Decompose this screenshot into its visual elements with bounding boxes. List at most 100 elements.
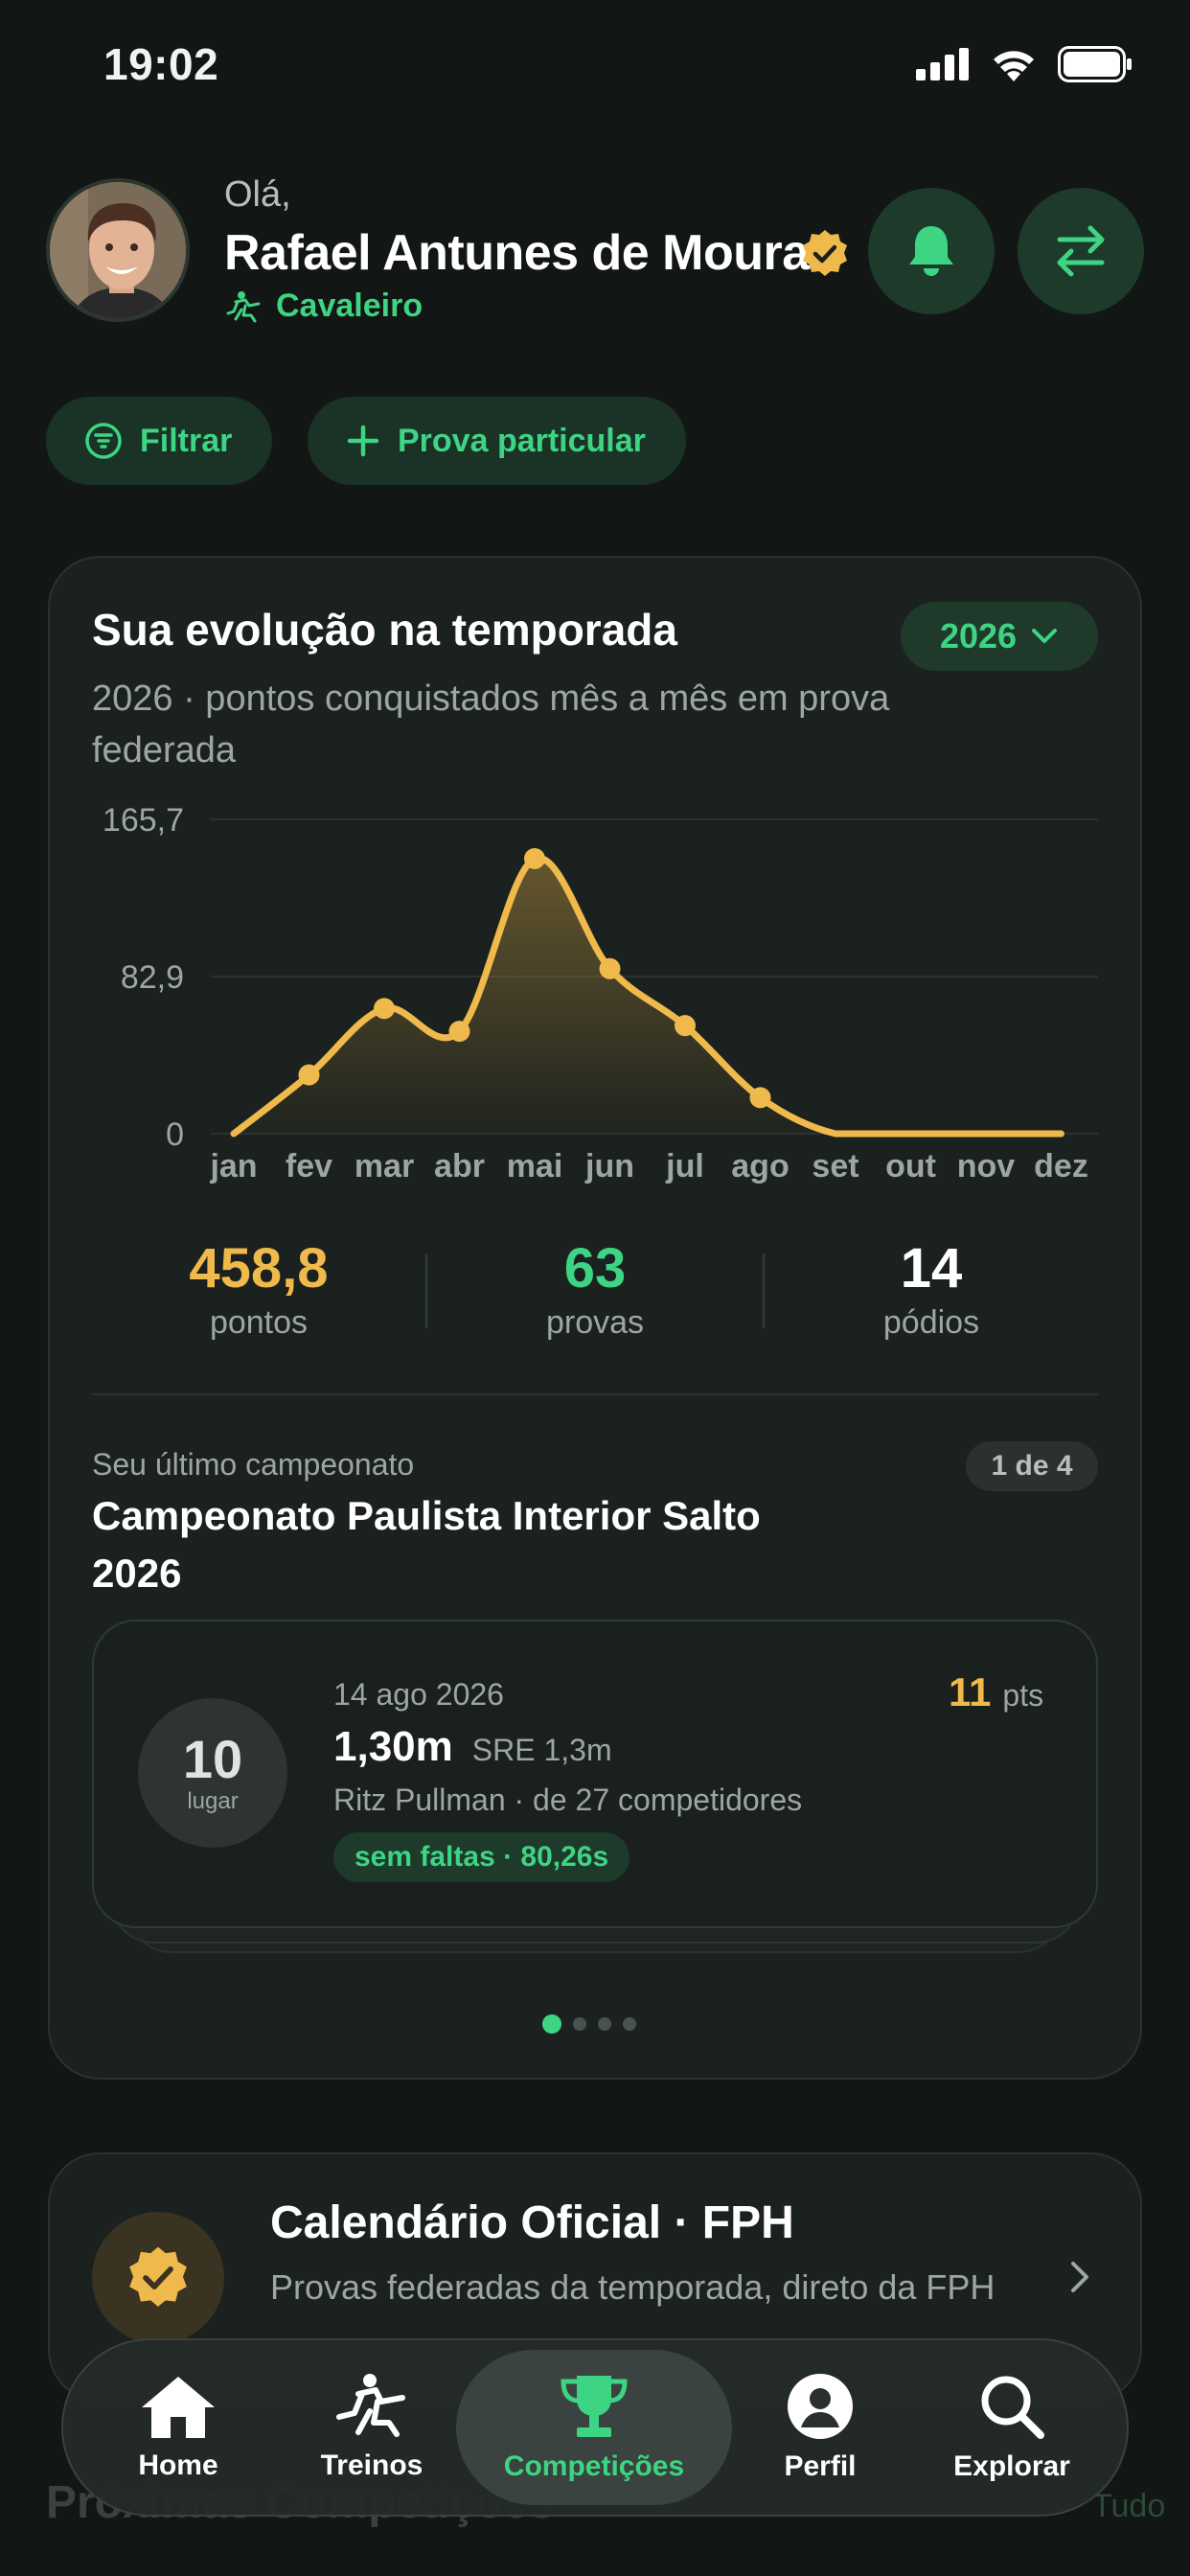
trophy-icon (561, 2376, 628, 2437)
tab-home[interactable]: Home (100, 2350, 257, 2505)
calendar-subtitle: Provas federadas da temporada, direto da… (270, 2267, 995, 2307)
chart-point (524, 847, 545, 869)
result-date: 14 ago 2026 (333, 1677, 504, 1712)
stat-events-value: 63 (563, 1237, 627, 1300)
pager-dots[interactable] (542, 2014, 636, 2034)
stat-divider (763, 1254, 765, 1328)
notifications-button[interactable] (868, 188, 995, 314)
verified-badge-icon (129, 2246, 187, 2307)
chart-x-tick: out (885, 1148, 936, 1184)
user-role: Cavaleiro (224, 288, 423, 325)
chart-x-tick: dez (1034, 1148, 1088, 1184)
stat-events: 63 provas (451, 1236, 739, 1342)
tab-home-label: Home (138, 2450, 218, 2481)
pager-dot[interactable] (573, 2017, 586, 2031)
rider-icon (336, 2374, 405, 2437)
see-all-link[interactable]: Tudo (1092, 2488, 1165, 2525)
stat-points-label: pontos (209, 1304, 309, 1341)
filter-icon (85, 423, 122, 459)
evolution-subtitle: 2026 · pontos conquistados mês a mês em … (92, 678, 890, 770)
tab-profile[interactable]: Perfil (742, 2350, 899, 2505)
wifi-icon (994, 51, 1034, 81)
swap-arrows-icon (1057, 225, 1105, 277)
chevron-down-icon (1032, 629, 1058, 643)
year-label: 2026 (939, 616, 1018, 656)
chart-x-tick: ago (731, 1148, 789, 1184)
private-event-button[interactable]: Prova particular (308, 397, 686, 485)
tab-explore[interactable]: Explorar (933, 2350, 1090, 2505)
chart-point (599, 957, 621, 979)
switch-profile-button[interactable] (1018, 188, 1144, 314)
chart-x-tick: fev (286, 1148, 332, 1184)
result-height: 1,30m SRE 1,3m (333, 1723, 612, 1771)
user-name: Rafael Antunes de Moura (224, 225, 810, 281)
pager-dot[interactable] (598, 2017, 611, 2031)
result-category: SRE 1,3m (471, 1733, 612, 1767)
stat-points-value: 458,8 (189, 1237, 329, 1300)
plus-icon (347, 425, 379, 457)
chart-x-tick: nov (957, 1148, 1016, 1184)
tab-training[interactable]: Treinos (293, 2350, 450, 2505)
filter-label: Filtrar (140, 422, 233, 459)
verified-badge-icon (803, 230, 847, 276)
rider-icon (226, 290, 261, 322)
placement-number: 10 (182, 1729, 243, 1789)
evolution-title: Sua evolução na temporada (92, 605, 677, 655)
tab-explore-label: Explorar (953, 2450, 1070, 2482)
chart-point (374, 998, 395, 1020)
pager-dot[interactable] (623, 2017, 636, 2031)
result-height-value: 1,30m (333, 1723, 453, 1770)
chart-x-tick: jan (209, 1148, 257, 1184)
chart-point (298, 1064, 320, 1086)
calendar-title: Calendário Oficial · FPH (270, 2197, 794, 2248)
chart-y-tick: 0 (166, 1116, 184, 1153)
stat-points: 458,8 pontos (115, 1236, 402, 1342)
chart-x-tick: abr (434, 1148, 485, 1184)
evolution-chart: 165,7 82,9 0 jan fev mar abr mai jun jul ago set out… (103, 802, 1098, 1184)
chart-point (448, 1021, 470, 1043)
placement-label: lugar (187, 1788, 239, 1814)
battery-icon (1058, 46, 1132, 82)
result-horse-info: Ritz Pullman · de 27 competidores (333, 1782, 803, 1817)
avatar-photo (50, 182, 186, 318)
avatar[interactable] (46, 178, 190, 322)
chart-point (675, 1015, 696, 1037)
profile-icon (788, 2374, 853, 2439)
stat-podiums-label: pódios (882, 1304, 980, 1341)
last-championship-label: Seu último campeonato (92, 1447, 415, 1482)
stat-divider (425, 1254, 427, 1328)
chart-y-tick: 82,9 (121, 959, 184, 996)
year-selector[interactable]: 2026 (901, 602, 1098, 671)
status-icons (916, 46, 1133, 82)
result-status-badge: sem faltas · 80,26s (333, 1832, 630, 1882)
stat-podiums: 14 pódios (788, 1236, 1075, 1342)
stat-podiums-value: 14 (900, 1237, 963, 1300)
greeting: Olá, (224, 174, 291, 215)
tab-competitions-label: Competições (503, 2450, 685, 2482)
private-event-label: Prova particular (398, 422, 646, 459)
chart-x-tick: set (812, 1148, 858, 1184)
stat-events-label: provas (545, 1304, 645, 1341)
signal-icon (916, 48, 969, 80)
chart-x-tick: mar (355, 1148, 414, 1184)
result-points: 11 pts (949, 1669, 1043, 1715)
tab-competitions[interactable]: Competições (456, 2350, 732, 2505)
chart-point (749, 1087, 771, 1109)
pager-dot[interactable] (542, 2014, 561, 2034)
search-icon (981, 2376, 1044, 2439)
chart-x-tick: jun (584, 1148, 634, 1184)
section-divider (92, 1393, 1098, 1395)
status-time: 19:02 (103, 39, 219, 89)
placement-badge: 10 lugar (138, 1698, 287, 1848)
result-points-value: 11 (949, 1669, 992, 1714)
result-points-unit: pts (1002, 1678, 1044, 1713)
user-role-label: Cavaleiro (276, 288, 423, 324)
bell-icon (909, 226, 953, 276)
chevron-right-icon (1071, 2262, 1088, 2292)
last-championship-title: Campeonato Paulista Interior Salto 2026 (92, 1493, 761, 1596)
chart-y-tick: 165,7 (103, 802, 184, 839)
home-icon (142, 2377, 215, 2438)
chart-x-tick: mai (507, 1148, 563, 1184)
tab-profile-label: Perfil (784, 2450, 857, 2482)
filter-button[interactable]: Filtrar (46, 397, 273, 485)
